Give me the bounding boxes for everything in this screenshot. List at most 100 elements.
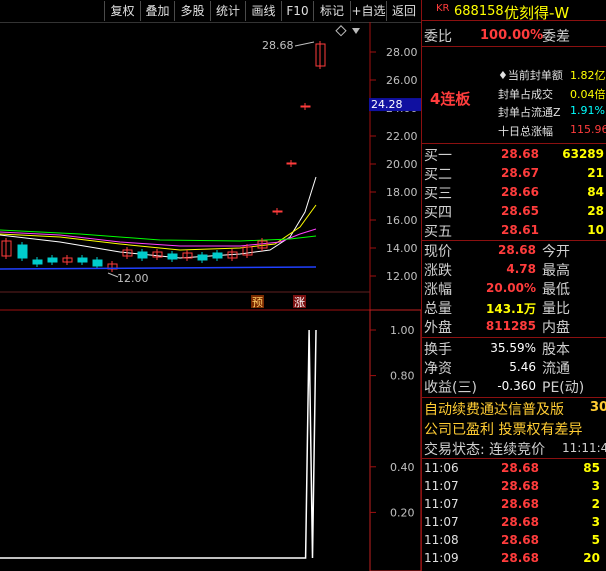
- stat-value: 35.59%: [490, 341, 536, 355]
- candle[interactable]: [32, 259, 43, 265]
- weibi-label: 委比: [424, 29, 452, 45]
- tick-price: 28.68: [501, 551, 539, 565]
- info-line-2[interactable]: 公司已盈利 投票权有差异: [424, 419, 582, 439]
- ma-line-2: [0, 228, 317, 247]
- seal-value: 0.04倍: [570, 87, 606, 101]
- y-tick-label: 18.00: [386, 186, 418, 199]
- candle[interactable]: [77, 257, 88, 263]
- stat-label: 现价: [424, 244, 452, 260]
- tick-price: 28.68: [501, 479, 539, 493]
- candle[interactable]: [197, 254, 208, 261]
- stat-value: 5.46: [509, 360, 536, 374]
- tick-volume: 85: [583, 461, 600, 475]
- tick-time: 11:07: [424, 479, 459, 493]
- toolbar-button-3[interactable]: 统计: [210, 1, 245, 21]
- seal-label: ♦当前封单额: [498, 69, 563, 82]
- stat-label: 换手: [424, 342, 452, 358]
- tick-volume: 20: [583, 551, 600, 565]
- tick-price: 28.68: [501, 497, 539, 511]
- y-tick-label: 26.00: [386, 74, 418, 87]
- toolbar-button-4[interactable]: 画线: [245, 1, 281, 21]
- bid-label: 买一: [424, 148, 452, 164]
- seal-label: 封单占流通Z: [498, 106, 561, 119]
- stat-value: 811285: [485, 319, 536, 333]
- toolbar-button-6[interactable]: 标记: [313, 1, 350, 21]
- stat-value: 143.1万: [486, 302, 536, 316]
- high-arrow: [294, 41, 315, 47]
- current-price-label: 24.28: [371, 98, 403, 111]
- toolbar-button-1[interactable]: 叠加: [140, 1, 174, 21]
- candle[interactable]: [167, 253, 178, 260]
- stat-value: -0.360: [497, 379, 536, 393]
- tick-time: 11:06: [424, 461, 459, 475]
- candle[interactable]: [300, 105, 311, 108]
- tick-time: 11:07: [424, 497, 459, 511]
- stat-label-2: PE(动): [542, 380, 585, 396]
- stat-label: 外盘: [424, 320, 452, 336]
- candle[interactable]: [212, 252, 223, 259]
- bid-label: 买二: [424, 167, 452, 183]
- stat-label: 涨幅: [424, 282, 452, 298]
- tick-price: 28.68: [501, 515, 539, 529]
- candle[interactable]: [272, 210, 283, 213]
- tick-price: 28.68: [501, 533, 539, 547]
- bid-price[interactable]: 28.61: [501, 223, 539, 237]
- high-annotation: 28.68: [262, 39, 294, 52]
- bid-price[interactable]: 28.65: [501, 204, 539, 218]
- candle[interactable]: [92, 259, 103, 267]
- diamond-icon[interactable]: [335, 25, 347, 37]
- tick-price: 28.68: [501, 461, 539, 475]
- bid-price[interactable]: 28.67: [501, 166, 539, 180]
- ma-line-0: [0, 176, 317, 259]
- bid-label: 买五: [424, 224, 452, 240]
- y-tick-label: 20.00: [386, 158, 418, 171]
- bid-volume: 28: [587, 204, 604, 218]
- seal-value: 1.82亿: [570, 69, 606, 82]
- stat-label-2: 最高: [542, 263, 570, 279]
- low-annotation: 12.00: [117, 272, 149, 285]
- toolbar-button-8[interactable]: 返回: [386, 1, 421, 21]
- triangle-down-icon[interactable]: [352, 28, 360, 34]
- toolbar-button-5[interactable]: F10: [281, 1, 313, 21]
- info-line-1[interactable]: 自动续费通达信普及版: [424, 399, 564, 419]
- stat-label-2: 股本: [542, 342, 570, 358]
- toolbar-button-7[interactable]: +自选: [350, 1, 386, 21]
- candle[interactable]: [137, 251, 148, 259]
- signal-line: [0, 329, 317, 559]
- weicha-label: 委差: [542, 29, 570, 45]
- chart-toolbar: 复权 叠加 多股 统计 画线 F10 标记 +自选 返回: [0, 0, 421, 23]
- sub-tick-label: 1.00: [390, 324, 415, 337]
- marker-yu[interactable]: 预: [252, 296, 263, 309]
- info-line-1-num: 30: [590, 400, 606, 415]
- tick-time: 11:09: [424, 551, 459, 565]
- toolbar-button-2[interactable]: 多股: [174, 1, 210, 21]
- stat-value: 4.78: [506, 262, 536, 276]
- candle[interactable]: [47, 257, 58, 263]
- candle[interactable]: [17, 244, 28, 259]
- candle[interactable]: [286, 162, 297, 165]
- tick-volume: 5: [591, 533, 600, 547]
- stat-label-2: 内盘: [542, 320, 570, 336]
- divider: [421, 337, 606, 338]
- seal-label: 封单占成交: [498, 87, 553, 101]
- bid-label: 买三: [424, 186, 452, 202]
- bid-volume: 63289: [562, 147, 604, 161]
- bid-price[interactable]: 28.68: [501, 147, 539, 161]
- bid-price[interactable]: 28.66: [501, 185, 539, 199]
- kline-chart[interactable]: 28.0026.0024.0022.0020.0018.0016.0014.00…: [0, 22, 421, 571]
- weibi-value: 100.00%: [480, 28, 544, 43]
- stat-label: 净资: [424, 361, 452, 377]
- divider: [421, 20, 606, 21]
- bid-volume: 10: [587, 223, 604, 237]
- y-tick-label: 28.00: [386, 46, 418, 59]
- toolbar-button-0[interactable]: 复权: [104, 1, 140, 21]
- bid-volume: 84: [587, 185, 604, 199]
- sub-axis-frame: [369, 309, 421, 571]
- sub-tick-label: 0.20: [390, 506, 415, 519]
- marker-zhang[interactable]: 涨: [294, 296, 305, 309]
- seal-value: 115.96: [570, 122, 606, 136]
- bid-label: 买四: [424, 205, 452, 221]
- bid-volume: 21: [587, 166, 604, 180]
- divider: [421, 143, 606, 144]
- stat-label-2: 流通: [542, 361, 570, 377]
